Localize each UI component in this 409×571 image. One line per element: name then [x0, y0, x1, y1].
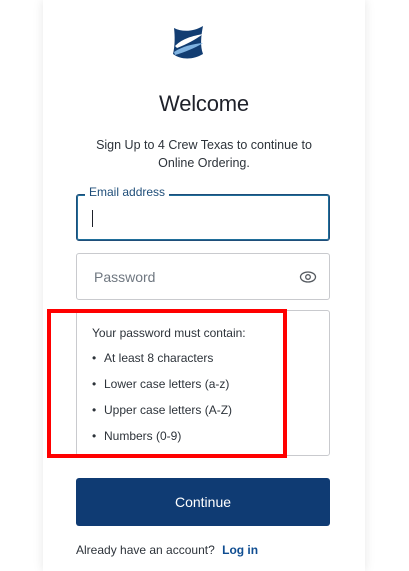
signup-page: Welcome Sign Up to 4 Crew Texas to conti…	[0, 0, 409, 571]
requirement-item: • Lower case letters (a-z)	[92, 377, 232, 403]
requirement-item: • Numbers (0-9)	[92, 429, 232, 455]
bullet-icon: •	[92, 429, 97, 443]
email-label: Email address	[85, 185, 170, 199]
login-prompt-text: Already have an account?	[76, 543, 215, 557]
email-field[interactable]: Email address	[76, 185, 330, 241]
continue-button[interactable]: Continue	[76, 478, 330, 526]
password-requirements-list: • At least 8 characters • Lower case lette…	[92, 351, 232, 455]
password-requirements-box: Your password must contain: • At least 8 …	[76, 310, 330, 456]
login-prompt: Already have an account? Log in	[76, 543, 258, 557]
bullet-icon: •	[92, 403, 97, 417]
requirement-item: • Upper case letters (A-Z)	[92, 403, 232, 429]
password-placeholder: Password	[94, 269, 156, 285]
password-requirements-title: Your password must contain:	[92, 326, 246, 340]
text-caret	[92, 210, 93, 227]
password-field[interactable]: Password	[76, 253, 330, 300]
bullet-icon: •	[92, 377, 97, 391]
requirement-text: At least 8 characters	[104, 351, 214, 365]
page-subtitle: Sign Up to 4 Crew Texas to continue to O…	[96, 138, 312, 170]
requirement-text: Upper case letters (A-Z)	[104, 403, 233, 417]
requirement-text: Numbers (0-9)	[104, 429, 182, 443]
eye-icon[interactable]	[299, 268, 317, 286]
bullet-icon: •	[92, 351, 97, 365]
requirement-text: Lower case letters (a-z)	[104, 377, 230, 391]
requirement-item: • At least 8 characters	[92, 351, 232, 377]
page-title: Welcome	[159, 91, 249, 116]
login-link[interactable]: Log in	[222, 543, 258, 557]
signup-card: Welcome Sign Up to 4 Crew Texas to conti…	[43, 0, 365, 571]
sail-wave-logo-icon	[173, 26, 203, 59]
